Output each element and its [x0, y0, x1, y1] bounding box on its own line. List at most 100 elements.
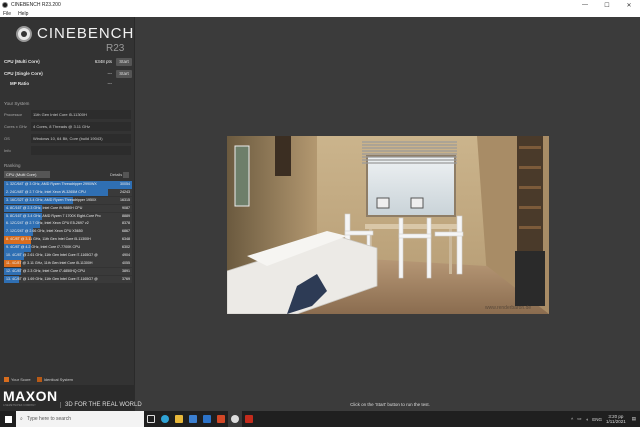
language-indicator[interactable]: ENG — [592, 417, 602, 422]
info-field[interactable] — [31, 145, 131, 155]
ranking-item[interactable]: 10. 4C/8T @ 2.61 GHz, 11th Gen Intel Cor… — [4, 252, 132, 260]
edge-icon[interactable] — [158, 411, 172, 427]
cinebench-logo-icon — [16, 26, 32, 42]
maxon-logo: MAXON — [3, 388, 58, 404]
details-toggle[interactable]: Details — [110, 171, 130, 178]
ranking-item-label: 3. 16C/32T @ 3.4 GHz, AMD Ryzen Threadri… — [6, 197, 97, 202]
bench-score: --- — [107, 81, 113, 86]
ranking-item[interactable]: 1. 32C/64T @ 3 GHz, AMD Ryzen Threadripp… — [4, 181, 132, 189]
ranking-item[interactable]: 12. 4C/8T @ 2.3 GHz, Intel Core i7-4850H… — [4, 267, 132, 276]
ranking-legend: Your Score Identical System — [4, 377, 73, 382]
ranking-item[interactable]: 6. 12C/24T @ 2.7 GHz, Intel Xeon CPU E5-… — [4, 220, 132, 228]
ranking-item[interactable]: 4. 8C/16T @ 2.3 GHz, Intel Core i9-9880H… — [4, 204, 132, 213]
identical-system-label: Identical System — [43, 377, 74, 382]
your-score-swatch — [4, 377, 9, 382]
ranking-item-score: 4055 — [122, 260, 130, 265]
windows-taskbar: ⌕ Type here to search ^ ▭ ◖ ENG 3:20 pp … — [0, 411, 640, 427]
minimize-button[interactable]: — — [574, 2, 596, 8]
task-view-icon[interactable] — [144, 411, 158, 427]
maximize-button[interactable]: ☐ — [596, 2, 618, 9]
ranking-mode-dropdown[interactable]: CPU (Multi Core) — [4, 171, 50, 178]
cinebench-taskbar-icon[interactable] — [228, 411, 242, 427]
ranking-item-label: 9. 4C/8T @ 4.2 GHz, Intel Core i7-7700K … — [6, 245, 81, 250]
ranking-item[interactable]: 5. 8C/16T @ 3.4 GHz, AMD Ryzen 7 1700X E… — [4, 212, 132, 221]
ranking-item-label: 4. 8C/16T @ 2.3 GHz, Intel Core i9-9880H… — [6, 205, 83, 210]
render-viewport: www.renderbaron.de — [227, 136, 549, 314]
system-row-processor: Processor 11th Gen Intel Core i5-11300H — [4, 109, 131, 119]
system-key: OS — [4, 135, 10, 141]
ranking-item-label: 7. 12C/24T @ 2.66 GHz, Intel Xeon CPU X5… — [6, 229, 83, 234]
ranking-item-score: 30054 — [120, 182, 130, 186]
details-label: Details — [110, 172, 123, 177]
clock[interactable]: 3:20 pp 1/11/2021 — [606, 414, 626, 424]
system-section-title: Your System — [4, 101, 30, 106]
ranking-item-score: 8378 — [122, 221, 130, 226]
file-explorer-icon[interactable] — [172, 411, 186, 427]
bench-score: --- — [107, 71, 113, 76]
ranking-item-score: 8889 — [122, 213, 130, 218]
cinebench-logo: CINEBENCH R23 — [16, 23, 133, 57]
menu-bar: File Help — [0, 10, 640, 17]
bench-label: CPU (Single Core) — [4, 71, 43, 76]
logo-name: CINEBENCH — [37, 25, 135, 42]
search-placeholder: Type here to search — [26, 416, 72, 422]
ranking-item-score: 16315 — [120, 197, 130, 202]
ranking-item[interactable]: 13. 4C/8T @ 1.69 GHz, 11th Gen Intel Cor… — [4, 275, 132, 284]
ranking-item-label: 8. 4C/8T @ 3.11 GHz, 11th Gen Intel Core… — [6, 237, 91, 242]
window-title: CINEBENCH R23.200 — [11, 2, 61, 8]
bench-score: 6348 pts — [94, 59, 112, 64]
notifications-icon[interactable]: ▤ — [632, 416, 636, 422]
ranking-item[interactable]: 2. 24C/48T @ 2.7 GHz, Intel Xeon W-3265M… — [4, 188, 132, 197]
sidebar: CINEBENCH R23 CPU (Multi Core) 6348 pts … — [0, 17, 135, 411]
mail-icon[interactable] — [200, 411, 214, 427]
cinebench-app-icon — [2, 2, 8, 8]
chevron-up-icon[interactable]: ^ — [571, 417, 573, 422]
ranking-item[interactable]: 8. 4C/8T @ 3.11 GHz, 11th Gen Intel Core… — [4, 236, 132, 244]
bench-label: CPU (Multi Core) — [4, 59, 40, 64]
maxon-logo-subtitle: A NEMETSCHEK COMPANY — [3, 404, 36, 407]
acrobat-icon[interactable] — [242, 411, 256, 427]
ranking-item[interactable]: 9. 4C/8T @ 4.2 GHz, Intel Core i7-7700K … — [4, 244, 132, 252]
close-button[interactable]: ✕ — [618, 2, 640, 9]
ranking-section-title: Ranking — [4, 163, 21, 168]
start-single-core-button[interactable]: Start — [116, 69, 132, 78]
system-key: Info — [4, 147, 11, 153]
bench-row-mp-ratio: MP Ratio --- — [4, 79, 132, 88]
bench-row-single-core: CPU (Single Core) --- Start — [4, 69, 132, 78]
ranking-item-label: 5. 8C/16T @ 3.4 GHz, AMD Ryzen 7 1700X E… — [6, 213, 101, 218]
ranking-item-score: 24243 — [120, 189, 130, 194]
windows-start-button[interactable] — [0, 411, 16, 427]
chevron-down-icon — [123, 171, 130, 178]
identical-system-swatch — [36, 377, 42, 382]
ranking-item-score: 9087 — [122, 205, 130, 210]
windows-logo-icon — [4, 415, 12, 423]
system-tray: ^ ▭ ◖ ENG 3:20 pp 1/11/2021 ▤ — [571, 414, 640, 424]
office-icon[interactable] — [214, 411, 228, 427]
your-score-label: Your Score — [11, 377, 31, 382]
ranking-item[interactable]: 11. 4C/8T @ 3.11 GHz, 11th Gen Intel Cor… — [4, 259, 132, 268]
ranking-item-label: 10. 4C/8T @ 2.61 GHz, 11th Gen Intel Cor… — [6, 253, 98, 258]
start-multi-core-button[interactable]: Start — [116, 57, 132, 66]
search-icon: ⌕ — [20, 416, 23, 422]
ranking-item-label: 12. 4C/8T @ 2.3 GHz, Intel Core i7-4850H… — [6, 268, 86, 273]
system-value: 4 Cores, 8 Threads @ 3.11 GHz — [31, 121, 131, 131]
volume-icon[interactable]: ◖ — [586, 417, 589, 422]
network-icon[interactable]: ▭ — [577, 416, 581, 422]
menu-file[interactable]: File — [3, 11, 11, 17]
ranking-item-label: 1. 32C/64T @ 3 GHz, AMD Ryzen Threadripp… — [6, 182, 97, 186]
ranking-item[interactable]: 7. 12C/24T @ 2.66 GHz, Intel Xeon CPU X5… — [4, 228, 132, 236]
ranking-item[interactable]: 3. 16C/32T @ 3.4 GHz, AMD Ryzen Threadri… — [4, 196, 132, 205]
logo-version: R23 — [106, 43, 125, 54]
ranking-item-score: 3891 — [122, 268, 130, 273]
ranking-item-label: 11. 4C/8T @ 3.11 GHz, 11th Gen Intel Cor… — [6, 260, 93, 265]
clock-date: 1/11/2021 — [606, 419, 626, 424]
system-row-os: OS Windows 10, 64 Bit, Core (build 19043… — [4, 133, 131, 143]
bench-row-multi-core: CPU (Multi Core) 6348 pts Start — [4, 57, 132, 66]
render-watermark: www.renderbaron.de — [485, 305, 531, 311]
menu-help[interactable]: Help — [18, 11, 28, 17]
system-value: 11th Gen Intel Core i5-11300H — [31, 109, 131, 119]
taskbar-search-box[interactable]: ⌕ Type here to search — [16, 411, 144, 427]
bench-label: MP Ratio — [10, 81, 30, 86]
store-icon[interactable] — [186, 411, 200, 427]
start-hint-text: Click on the 'Start' button to run the t… — [350, 402, 430, 407]
